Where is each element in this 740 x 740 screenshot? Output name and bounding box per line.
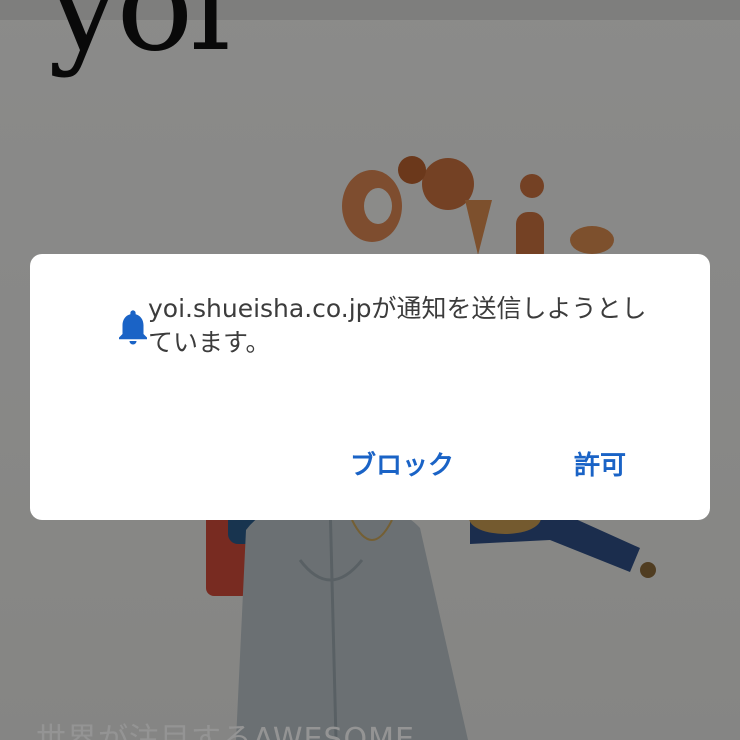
block-button[interactable]: ブロック xyxy=(342,444,462,488)
permission-message: yoi.shueisha.co.jpが通知を送信しようとしています。 xyxy=(148,294,647,357)
allow-button[interactable]: 許可 xyxy=(566,444,634,488)
notification-permission-dialog: yoi.shueisha.co.jpが通知を送信しようとしています。 ブロック … xyxy=(30,254,710,520)
